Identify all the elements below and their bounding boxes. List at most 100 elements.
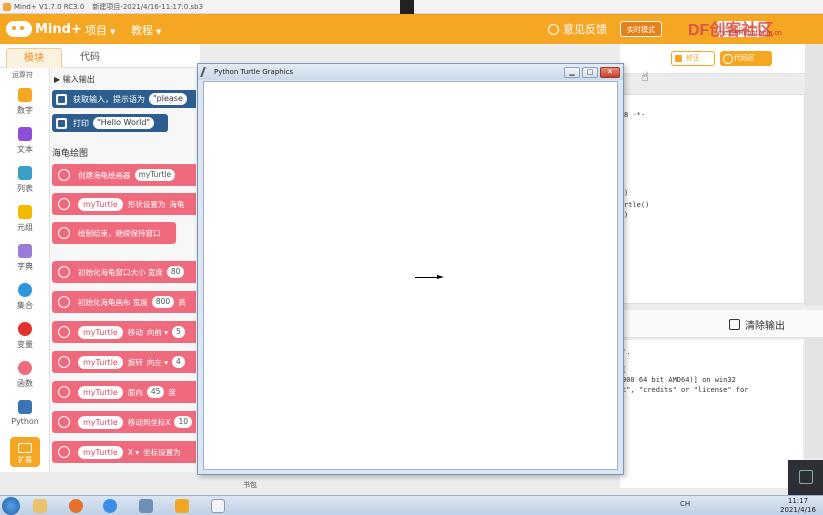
taskbar-clock[interactable]: 11:17 2021/4/16	[780, 497, 816, 515]
category-function[interactable]: 函数	[0, 361, 50, 399]
category-dict[interactable]: 字典	[0, 244, 50, 282]
window-file-name: 新建项目-2021/4/16-11:17:0.sb3	[92, 2, 204, 11]
category-number[interactable]: 数字	[0, 88, 50, 126]
block-done[interactable]: 绘制结束，继续保持窗口	[52, 222, 176, 244]
console-output[interactable]: '. [ 900 64 bit AMD64)] on win32 t", "cr…	[620, 340, 803, 488]
chevron-down-icon: ▼	[110, 28, 116, 36]
block-heading[interactable]: myTurtle 面向 45 度	[52, 381, 196, 403]
turtle-icon	[58, 266, 70, 278]
category-label: 字典	[17, 262, 33, 271]
block-pill[interactable]: 800	[151, 296, 175, 308]
taskbar-explorer[interactable]	[26, 497, 54, 515]
feedback-button[interactable]: 意见反馈	[548, 21, 607, 37]
block-rotate[interactable]: myTurtle 旋转 向左 ▾ 4	[52, 351, 196, 373]
block-print[interactable]: 打印 "Hello World"	[52, 114, 168, 132]
block-text: 打印	[73, 118, 89, 128]
block-pill[interactable]: 5	[172, 326, 185, 338]
block-pill[interactable]: myTurtle	[78, 325, 123, 339]
block-canvas[interactable]: 初始化海龟画布 宽度 800 高	[52, 291, 196, 313]
category-variable[interactable]: 变量	[0, 322, 50, 360]
block-goto[interactable]: myTurtle 移动到坐标X 10	[52, 411, 196, 433]
chevron-down-icon: ▼	[156, 28, 162, 36]
block-pill[interactable]: myTurtle	[134, 169, 176, 181]
lock-icon	[18, 205, 32, 219]
turtle-canvas[interactable]	[203, 81, 618, 470]
backpack-label[interactable]: 书包	[243, 480, 257, 490]
block-create-turtle[interactable]: 创建海龟绘画器 myTurtle	[52, 164, 196, 186]
start-button[interactable]	[2, 497, 20, 515]
category-python[interactable]: Python	[0, 400, 50, 438]
close-button[interactable]: ✕	[600, 67, 620, 78]
clear-output-button[interactable]: 清除输出	[729, 317, 785, 332]
block-text: 旋转	[127, 357, 143, 367]
minimize-button[interactable]: ▁	[564, 67, 580, 78]
console-line: t", "credits" or "license" for	[622, 386, 749, 394]
block-window-size[interactable]: 初始化海龟窗口大小 宽度 80	[52, 261, 196, 283]
block-dropdown[interactable]: 向前 ▾	[147, 327, 168, 338]
window-titlebar: Mind+ V1.7.0 RC3.0 新建项目-2021/4/16-11:17:…	[0, 0, 823, 14]
feather-icon	[200, 67, 212, 77]
block-slot[interactable]: "Hello World"	[93, 117, 155, 129]
block-pill[interactable]: myTurtle	[78, 197, 123, 211]
expand-button[interactable]: 扩展	[10, 437, 40, 467]
turtle-icon	[58, 169, 70, 181]
block-seg: 海龟	[169, 199, 185, 209]
block-text: 形状设置为	[127, 199, 166, 209]
block-pill[interactable]: 4	[172, 356, 185, 368]
app-icon	[3, 3, 11, 11]
tab-code[interactable]: 代码	[62, 48, 118, 68]
code-area-button[interactable]: 代码区	[720, 51, 772, 66]
category-label: Python	[11, 417, 39, 426]
turtle-window[interactable]: Python Turtle Graphics ▁ □ ✕	[197, 63, 624, 475]
taskbar-mindplus[interactable]	[168, 497, 196, 515]
titlebar-dark-block	[400, 0, 414, 14]
turtle-window-title: Python Turtle Graphics	[214, 68, 294, 76]
category-text[interactable]: 文本	[0, 127, 50, 165]
turtle-icon	[58, 356, 70, 368]
tray-input-method[interactable]: CH	[680, 500, 690, 508]
mindplus-icon	[175, 499, 189, 513]
realtime-mode-button[interactable]: 实时模式	[620, 21, 662, 37]
block-move[interactable]: myTurtle 移动 向前 ▾ 5	[52, 321, 196, 343]
corner-widget[interactable]	[788, 460, 823, 495]
code-editor[interactable]: 8 -*- ) rtle() )	[620, 94, 805, 304]
block-pill[interactable]: myTurtle	[78, 445, 123, 459]
logo-text: Mind+	[35, 21, 82, 37]
maximize-button[interactable]: □	[582, 67, 598, 78]
console-line: 900 64 bit AMD64)] on win32	[622, 376, 736, 384]
block-shape[interactable]: myTurtle 形状设置为 海龟	[52, 193, 196, 215]
turtle-icon	[58, 227, 70, 239]
turtle-window-titlebar[interactable]: Python Turtle Graphics	[198, 64, 623, 80]
editor-scrollbar[interactable]	[805, 44, 823, 306]
block-input[interactable]: 获取输入，提示语为 "please	[52, 90, 196, 108]
taskbar-chrome[interactable]	[96, 497, 124, 515]
block-slot[interactable]: "please	[149, 93, 187, 105]
menu-project[interactable]: 项目 ▼	[85, 22, 115, 38]
category-top-label: 运算符	[12, 71, 33, 79]
turtle-icon	[58, 386, 70, 398]
category-set[interactable]: 集合	[0, 283, 50, 321]
mindplus-logo: Mind+	[6, 20, 82, 38]
block-pill[interactable]: 10	[174, 416, 193, 428]
block-dropdown[interactable]: X ▾	[128, 448, 139, 457]
turtle-arrow-icon	[437, 275, 444, 279]
block-pill[interactable]: myTurtle	[78, 415, 123, 429]
block-pill[interactable]: 45	[146, 386, 165, 398]
category-tuple[interactable]: 元组	[0, 205, 50, 243]
block-dropdown[interactable]: 向左 ▾	[147, 357, 168, 368]
console-scrollbar[interactable]	[805, 338, 823, 458]
menu-tutorial[interactable]: 教程 ▼	[131, 22, 161, 38]
app-icon	[139, 499, 153, 513]
block-pill[interactable]: 80	[166, 266, 185, 278]
taskbar-app[interactable]	[132, 497, 160, 515]
block-set-coord[interactable]: myTurtle X ▾ 坐标设置为	[52, 441, 196, 463]
block-pill[interactable]: myTurtle	[78, 355, 123, 369]
fix-button[interactable]: 修正	[671, 51, 715, 66]
tab-blocks[interactable]: 模块	[6, 48, 62, 68]
clear-icon	[729, 319, 740, 330]
taskbar-firefox[interactable]	[62, 497, 90, 515]
block-pill[interactable]: myTurtle	[78, 385, 123, 399]
taskbar-python[interactable]	[204, 497, 232, 515]
block-seg: 度	[168, 387, 176, 397]
category-list[interactable]: 列表	[0, 166, 50, 204]
